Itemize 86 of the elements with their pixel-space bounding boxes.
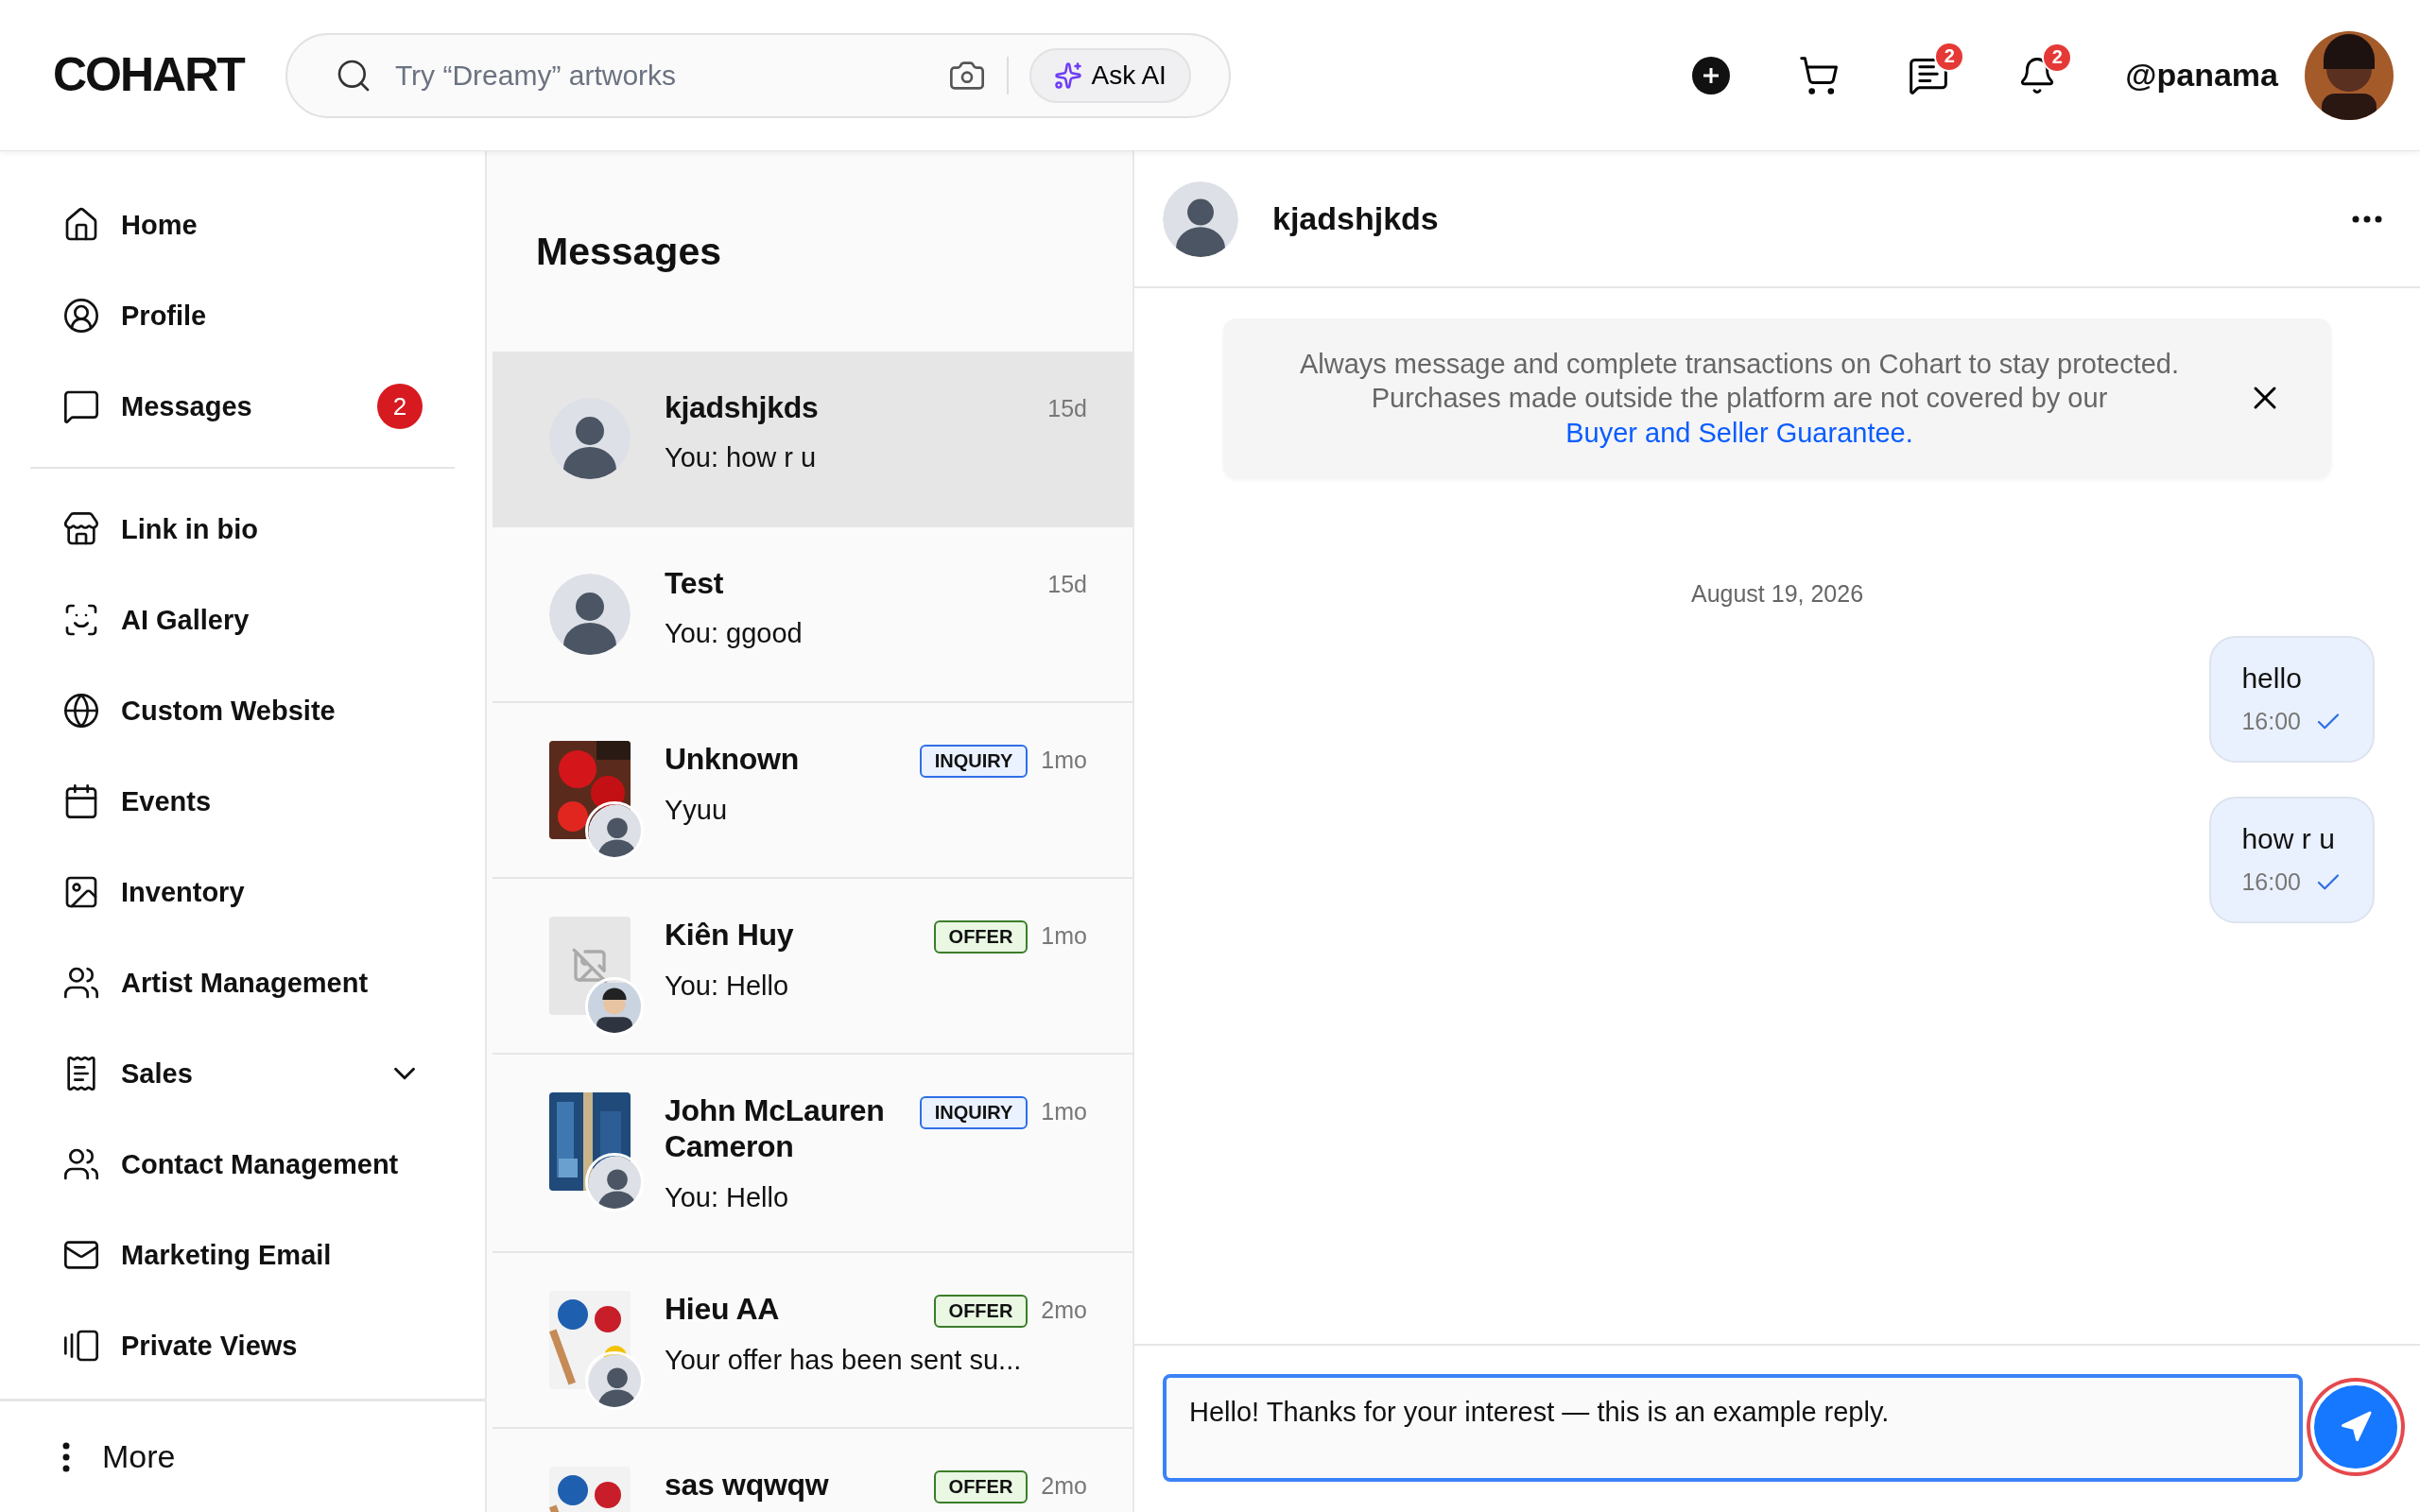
timestamp: 1mo [1041, 1098, 1087, 1125]
sidebar-item[interactable]: Custom Website [30, 665, 455, 756]
sidebar-item[interactable]: Home [30, 180, 455, 270]
guarantee-link[interactable]: Buyer and Seller Guarantee. [1565, 417, 1913, 448]
sidebar-item[interactable]: Link in bio [30, 484, 455, 575]
status-tag: INQUIRY [919, 1096, 1028, 1129]
sidebar-item[interactable]: Profile [30, 270, 455, 361]
sidebar-label: Home [121, 209, 198, 241]
message-preview: You: ggood [665, 618, 804, 650]
conversation-item[interactable]: kjadshjkds 15d You: how r u [493, 352, 1132, 527]
sidebar-item[interactable]: Messages 2 [30, 361, 455, 452]
status-tag: OFFER [933, 920, 1028, 954]
sidebar-item[interactable]: Sales [30, 1028, 455, 1119]
timestamp: 2mo [1041, 1471, 1087, 1500]
notice-text: Always message and complete transactions on Cohart to stay protected. Purchases made outside the platform are not covered by our Buyer and Seller Guarantee. [1298, 348, 2181, 450]
sidebar-item[interactable]: Events [30, 756, 455, 847]
sidebar-item[interactable]: Inventory [30, 847, 455, 937]
message-preview: You: how r u [665, 442, 818, 474]
contact-name: John McLauren Cameron [665, 1092, 886, 1165]
contact-name: Unknown [665, 741, 800, 778]
status-tag: OFFER [933, 1469, 1028, 1503]
avatar-icon [1163, 180, 1238, 257]
sidebar-label: Events [121, 785, 212, 817]
avatar-icon [549, 398, 631, 479]
timestamp: 15d [1047, 571, 1087, 598]
message-input[interactable]: Hello! Thanks for your interest — this is an example reply. [1163, 1374, 2303, 1482]
unread-badge: 2 [377, 384, 423, 429]
ask-ai-button[interactable]: Ask AI [1028, 47, 1191, 103]
message-time: 16:00 [2241, 868, 2301, 897]
unread-badge: 2 [1934, 41, 1965, 72]
panel-title: Messages [535, 228, 722, 275]
avatar-icon [588, 1353, 641, 1407]
sidebar-label: AI Gallery [121, 604, 250, 636]
globe-icon [62, 692, 100, 730]
contact-name: Hieu AA [665, 1290, 781, 1328]
message-preview: Your offer has been sent su... [665, 1344, 1023, 1376]
message-preview: You: Hello [665, 1181, 790, 1213]
user-icon [62, 297, 100, 335]
username[interactable]: @panama [2125, 57, 2278, 94]
message-preview: Yyuu [665, 795, 729, 826]
message-time: 16:00 [2241, 708, 2301, 736]
timestamp: 1mo [1041, 747, 1087, 774]
sidebar-label: Inventory [121, 876, 245, 908]
search-field[interactable]: Try “Dreamy” artworks Ask AI [285, 32, 1231, 118]
sidebar-item[interactable]: Private Views [30, 1300, 455, 1391]
image-icon [571, 947, 609, 985]
cart-icon[interactable] [1798, 54, 1841, 96]
add-button[interactable] [1692, 56, 1731, 94]
date-label: August 19, 2026 [1689, 579, 1865, 608]
more-icon [62, 1441, 70, 1472]
timestamp: 2mo [1041, 1296, 1087, 1324]
contact-name: Test [665, 565, 725, 602]
avatar-icon [549, 574, 631, 655]
sidebar-label: Link in bio [121, 513, 258, 545]
sidebar-item[interactable]: Marketing Email [30, 1210, 455, 1300]
chat-contact-name: kjadshjkds [1272, 200, 1440, 237]
contact-name: sas wqwqw [665, 1466, 830, 1503]
avatar-icon [588, 804, 641, 857]
status-tag: OFFER [933, 1294, 1028, 1328]
sidebar-item[interactable]: AI Gallery [30, 575, 455, 665]
ellipsis-icon [2352, 215, 2382, 223]
sidebar-label: Marketing Email [121, 1239, 332, 1271]
sidebar-label: Artist Management [121, 967, 369, 999]
options-button[interactable] [2352, 215, 2382, 223]
avatar-icon [588, 1156, 641, 1209]
sidebar-item[interactable]: Artist Management [30, 937, 455, 1028]
message-text: hello [2241, 662, 2303, 695]
sidebar-item[interactable]: Contact Management [30, 1119, 455, 1210]
sidebar-label: Contact Management [121, 1148, 399, 1180]
sidebar-label: Messages [121, 390, 252, 422]
send-icon [2339, 1410, 2373, 1444]
contact-name: kjadshjkds [665, 389, 820, 426]
logo[interactable]: COHART [53, 49, 244, 101]
message-text: how r u [2241, 822, 2336, 855]
contact-name: Kiên Huy [665, 917, 795, 954]
notification-badge: 2 [2042, 42, 2073, 73]
sidebar-label: Profile [121, 300, 207, 332]
message-preview: You: Hello [665, 971, 790, 1002]
sidebar-label: Private Views [121, 1330, 298, 1362]
more-button[interactable]: More [0, 1399, 485, 1512]
timestamp: 1mo [1041, 922, 1087, 950]
sidebar-label: Custom Website [121, 695, 336, 727]
status-tag: INQUIRY [919, 745, 1028, 778]
sidebar-label: Sales [121, 1057, 193, 1090]
timestamp: 15d [1047, 395, 1087, 422]
sparkle-icon [1053, 60, 1082, 90]
